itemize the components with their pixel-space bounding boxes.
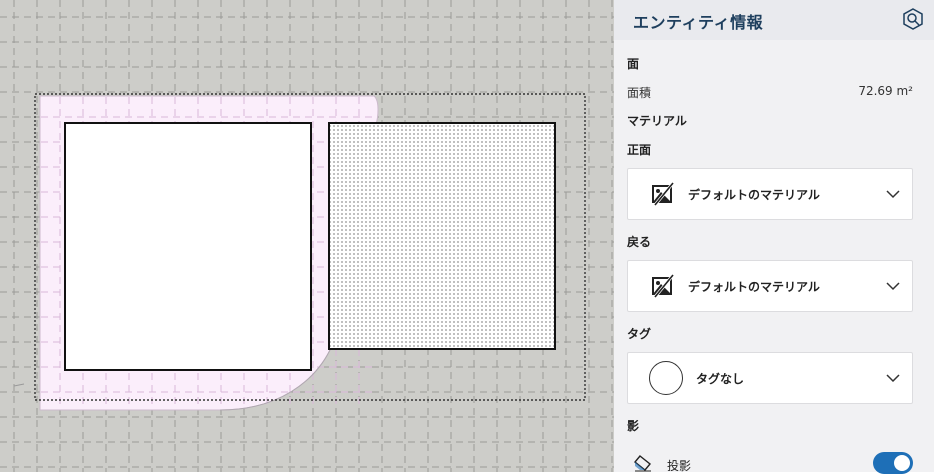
viewport-canvas[interactable] bbox=[0, 0, 614, 472]
entity-info-panel: エンティティ情報 面 面積 72.69 m² マテリアル 正面 デフォルトのマテ… bbox=[614, 0, 934, 474]
default-material-icon bbox=[651, 182, 675, 206]
eraser-icon bbox=[634, 454, 652, 472]
panel-header: エンティティ情報 bbox=[614, 0, 934, 40]
white-rectangle-face[interactable] bbox=[64, 122, 312, 371]
shadow-section-label: 影 bbox=[627, 419, 640, 433]
tag-color-swatch bbox=[649, 361, 683, 395]
search-icon[interactable] bbox=[902, 8, 924, 30]
tag-label: タグ bbox=[627, 327, 652, 341]
front-material-dropdown[interactable]: デフォルトのマテリアル bbox=[627, 168, 913, 220]
origin-marker bbox=[13, 383, 25, 387]
cast-shadow-label: 投影 bbox=[667, 459, 692, 473]
section-face-label: 面 bbox=[627, 57, 640, 71]
area-value: 72.69 m² bbox=[858, 84, 913, 98]
tag-dropdown[interactable]: タグなし bbox=[627, 352, 913, 404]
tag-value: タグなし bbox=[696, 372, 745, 386]
panel-title: エンティティ情報 bbox=[633, 13, 764, 32]
chevron-down-icon bbox=[886, 371, 900, 385]
front-label: 正面 bbox=[627, 143, 652, 157]
3d-viewport[interactable] bbox=[0, 0, 614, 472]
default-material-icon bbox=[651, 274, 675, 298]
cast-shadow-row: 投影 bbox=[614, 446, 934, 474]
material-section-label: マテリアル bbox=[627, 114, 687, 128]
front-material-value: デフォルトのマテリアル bbox=[688, 188, 820, 202]
dotted-rectangle-face[interactable] bbox=[328, 122, 556, 350]
area-label: 面積 bbox=[627, 86, 652, 100]
chevron-down-icon bbox=[886, 187, 900, 201]
chevron-down-icon bbox=[886, 279, 900, 293]
back-material-dropdown[interactable]: デフォルトのマテリアル bbox=[627, 260, 913, 312]
cast-shadow-toggle[interactable] bbox=[873, 452, 913, 474]
back-material-value: デフォルトのマテリアル bbox=[688, 280, 820, 294]
back-label: 戻る bbox=[627, 235, 652, 249]
toggle-knob bbox=[894, 455, 910, 471]
